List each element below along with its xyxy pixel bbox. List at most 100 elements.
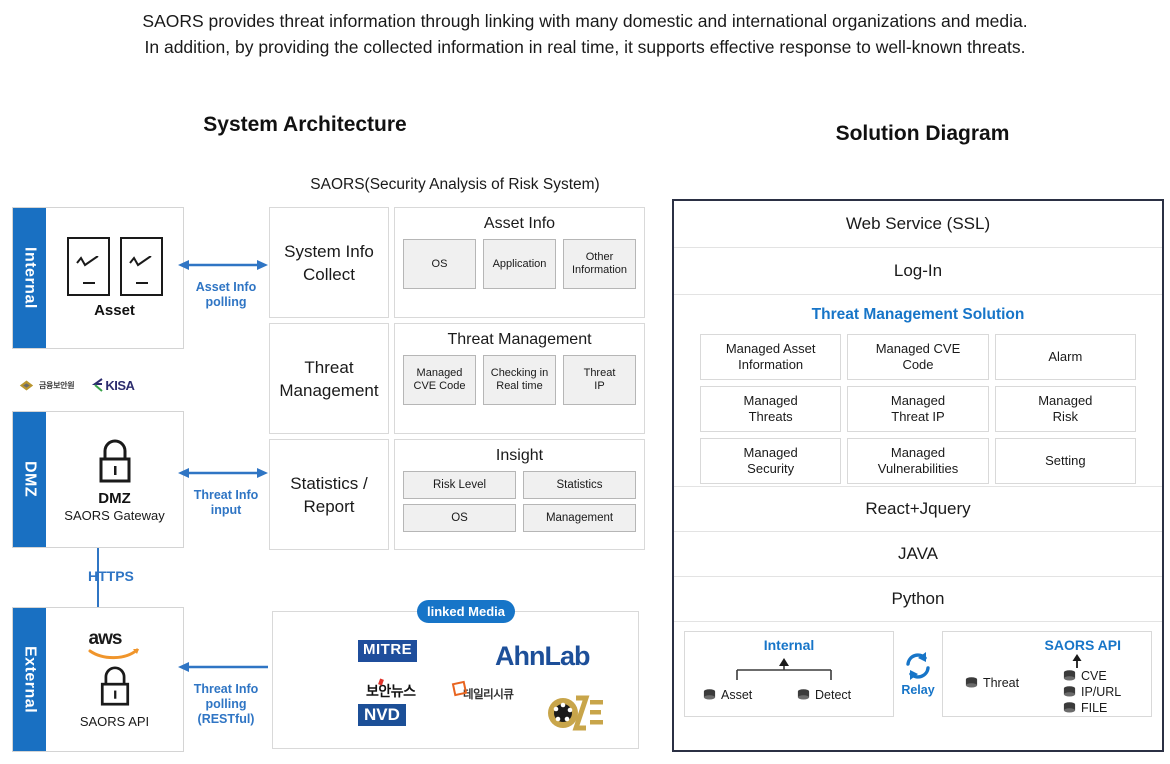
database-icon (965, 676, 978, 687)
saors-caption: SAORS(Security Analysis of Risk System) (310, 176, 600, 193)
cell-line1: Managed (890, 393, 946, 408)
cell-managed-security[interactable]: Managed Security (700, 438, 842, 484)
cell-managed-risk[interactable]: Managed Risk (994, 386, 1136, 432)
zone-internal-tab-label: Internal (21, 247, 39, 309)
chip-other-information[interactable]: Other Information (563, 239, 636, 289)
zone-internal-body: Asset (46, 208, 183, 348)
zone-external-tab-label: External (21, 645, 39, 714)
chip-application[interactable]: Application (483, 239, 556, 289)
connector-label-line2: input (210, 503, 242, 517)
boannews-logo-text: 보안뉴스 (366, 683, 416, 699)
asset-underline (82, 281, 95, 284)
db-detect-label: Detect (815, 688, 852, 702)
chip-risk-level[interactable]: Risk Level (403, 471, 516, 499)
fsi-logo-text: 금융보안원 (39, 380, 75, 390)
module-label-line1: Statistics / (290, 473, 368, 493)
cell-line1: Managed (743, 393, 798, 408)
asset-underline (135, 281, 148, 284)
module-statistics-report[interactable]: Statistics / Report (269, 439, 389, 550)
cell-managed-cve-code[interactable]: Managed CVE Code (847, 334, 989, 380)
threat-management-solution-title: Threat Management Solution (811, 306, 1025, 323)
double-arrow-icon (178, 260, 268, 270)
chip-managed-cve-code[interactable]: Managed CVE Code (403, 355, 476, 405)
module-label-line2: Management (279, 380, 379, 400)
aws-smile-icon (88, 648, 139, 660)
threat-management-chip-row: Managed CVE Code Checking in Real time T… (395, 355, 644, 405)
chip-statistics[interactable]: Statistics (523, 471, 636, 499)
cell-line2: Threats (748, 409, 793, 424)
connector-threat-info-input: Threat Info input (178, 466, 274, 518)
chip-os[interactable]: OS (403, 239, 476, 289)
cell-line2: Threat IP (891, 409, 945, 424)
sync-refresh-icon (906, 652, 930, 680)
cell-managed-asset-information[interactable]: Managed Asset Information (700, 334, 842, 380)
module-system-info-collect[interactable]: System Info Collect (269, 207, 389, 318)
db-cve: CVE (1063, 669, 1107, 683)
intro-line-2: In addition, by providing the collected … (144, 37, 1026, 57)
db-asset: Asset (703, 688, 752, 702)
zone-dmz-sublabel: SAORS Gateway (64, 507, 165, 523)
panel-threat-management-title: Threat Management (447, 331, 592, 348)
double-arrow-icon (178, 468, 268, 478)
cell-line2: Code (902, 357, 934, 372)
dailysecu-accent (451, 680, 468, 697)
cell-managed-vulnerabilities[interactable]: Managed Vulnerabilities (847, 438, 989, 484)
intro-text: SAORS provides threat information throug… (0, 8, 1170, 60)
connector-label-line1: Threat Info (193, 488, 259, 502)
row-java: JAVA (674, 532, 1162, 577)
threat-management-solution-section: Threat Management Solution Managed Asset… (674, 295, 1162, 487)
linked-media-badge: linked Media (417, 600, 515, 623)
panel-threat-management: Threat Management Managed CVE Code Check… (394, 323, 645, 434)
cell-managed-threat-ip[interactable]: Managed Threat IP (847, 386, 989, 432)
cell-line2: Security (747, 461, 795, 476)
row-web-service: Web Service (SSL) (674, 201, 1162, 248)
kisa-logo: KISA (92, 378, 135, 393)
saors-api-data-box: SAORS API Threat CVE IP/URL FILE (941, 631, 1152, 717)
zone-external-sublabel: SAORS API (79, 714, 150, 729)
relay-indicator: Relay (894, 631, 942, 717)
insight-chip-row-2: OS Management (395, 504, 644, 532)
boannews-logo: 보안뉴스 (366, 678, 416, 701)
chip-line2: Information (571, 264, 628, 276)
connector-threat-info-polling: Threat Info polling (RESTful) (178, 660, 274, 727)
connector-label: Asset Info polling (178, 280, 274, 310)
zone-external-tab: External (13, 608, 46, 751)
module-threat-management[interactable]: Threat Management (269, 323, 389, 434)
saors-api-title: SAORS API (1044, 637, 1122, 653)
chip-threat-ip[interactable]: Threat IP (563, 355, 636, 405)
insight-chip-row-1: Risk Level Statistics (395, 471, 644, 499)
database-icon (797, 688, 810, 699)
chip-os[interactable]: OS (403, 504, 516, 532)
checkline-icon (128, 256, 152, 267)
cell-managed-threats[interactable]: Managed Threats (700, 386, 842, 432)
asset-document-icon (119, 237, 163, 296)
connector-label: Threat Info polling (RESTful) (178, 682, 274, 727)
chip-checking-real-time[interactable]: Checking in Real time (483, 355, 556, 405)
cell-line1: Managed Asset (725, 341, 816, 356)
checkline-icon (75, 256, 99, 267)
system-architecture-title: System Architecture (203, 113, 407, 136)
db-detect: Detect (797, 688, 851, 702)
zone-internal-label: Asset (94, 302, 135, 319)
module-label-line2: Report (303, 496, 355, 516)
chip-line1: Checking in (490, 367, 549, 379)
kisa-mark-icon (92, 378, 103, 392)
chip-line1: OS (431, 257, 448, 270)
chip-management[interactable]: Management (523, 504, 636, 532)
cell-setting[interactable]: Setting (994, 438, 1136, 484)
db-threat: Threat (965, 676, 1019, 690)
asset-info-chip-row: OS Application Other Information (395, 239, 644, 289)
connector-asset-info-polling: Asset Info polling (178, 258, 274, 310)
row-log-in: Log-In (674, 248, 1162, 295)
cell-alarm[interactable]: Alarm (994, 334, 1136, 380)
intro-line-1: SAORS provides threat information throug… (142, 11, 1028, 31)
lock-icon (99, 439, 130, 482)
database-icon (703, 688, 716, 699)
db-cve-label: CVE (1080, 669, 1107, 683)
mitre-logo: MITRE (358, 640, 418, 662)
connector-label-line3: (RESTful) (197, 712, 255, 726)
zone-external-body: aws SAORS API (46, 608, 183, 751)
panel-insight: Insight Risk Level Statistics OS Managem… (394, 439, 645, 550)
connector-label-line1: Threat Info (193, 682, 259, 696)
cell-line1: Managed (1038, 393, 1093, 408)
